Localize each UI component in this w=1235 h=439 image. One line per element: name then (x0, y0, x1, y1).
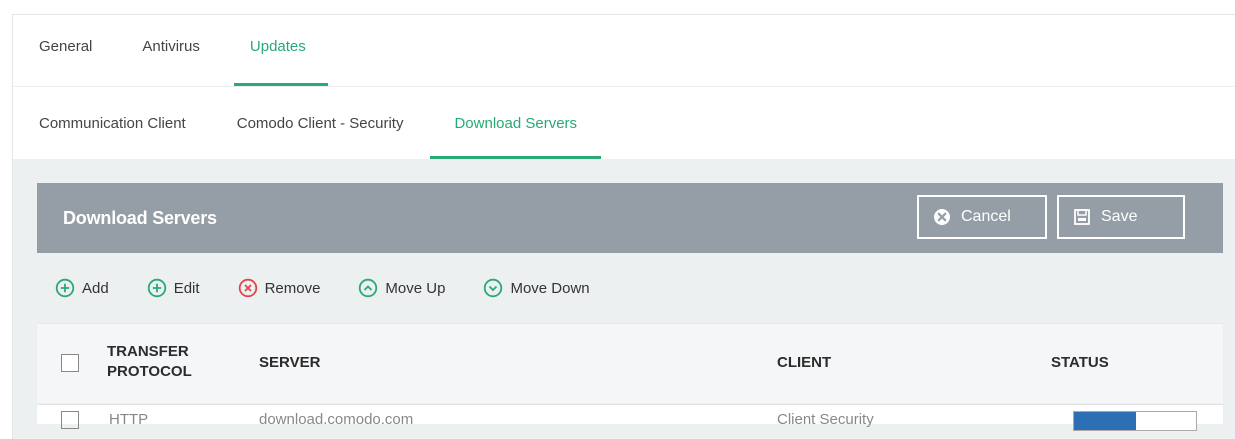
header-line-2: PROTOCOL (107, 363, 192, 380)
panel-title: Download Servers (63, 207, 217, 228)
servers-table: TRANSFER PROTOCOL SERVER CLIENT STATUS H… (37, 323, 1223, 431)
cancel-label: Cancel (961, 208, 1011, 225)
toolbar: Add Edit Remove Move Up Move Down (37, 253, 1223, 323)
edit-label: Edit (173, 279, 200, 297)
tab-download-servers[interactable]: Download Servers (430, 115, 601, 159)
column-header-server[interactable]: SERVER (259, 353, 320, 373)
tab-updates[interactable]: Updates (233, 38, 328, 86)
remove-label: Remove (264, 279, 321, 297)
add-label: Add (82, 279, 109, 297)
status-toggle[interactable] (1073, 411, 1197, 431)
remove-button[interactable]: Remove (238, 278, 321, 298)
header-line-1: TRANSFER (107, 343, 189, 360)
row-checkbox[interactable] (61, 411, 79, 429)
move-up-label: Move Up (385, 279, 446, 297)
row-protocol: HTTP (109, 411, 149, 428)
panel-header: Download Servers Cancel Save (37, 183, 1223, 253)
cancel-button[interactable]: Cancel (917, 195, 1047, 239)
download-servers-panel: Download Servers Cancel Save Add Edit Re… (37, 183, 1223, 431)
content-area: Download Servers Cancel Save Add Edit Re… (13, 159, 1235, 439)
move-down-button[interactable]: Move Down (483, 278, 590, 298)
column-header-status[interactable]: STATUS (1051, 353, 1109, 373)
row-server: download.comodo.com (259, 411, 414, 428)
move-up-button[interactable]: Move Up (358, 278, 445, 298)
sub-tab-bar: Communication Client Comodo Client - Sec… (13, 87, 1235, 159)
row-client: Client Security (777, 411, 874, 428)
edit-button[interactable]: Edit (147, 278, 200, 298)
move-down-label: Move Down (510, 279, 590, 297)
table-row[interactable]: HTTP download.comodo.com Client Security (37, 404, 1223, 431)
profile-settings-page: General Antivirus Updates Communication … (12, 14, 1235, 439)
column-header-client[interactable]: CLIENT (777, 353, 831, 373)
cancel-icon (933, 208, 951, 226)
remove-icon (238, 278, 257, 298)
tab-communication-client[interactable]: Communication Client (39, 115, 186, 159)
save-icon (1073, 208, 1091, 226)
main-tab-bar: General Antivirus Updates (13, 15, 1235, 87)
save-label: Save (1101, 208, 1138, 225)
tab-antivirus[interactable]: Antivirus (142, 38, 200, 86)
tab-general[interactable]: General (39, 38, 92, 86)
toggle-on-indicator (1074, 412, 1136, 430)
select-all-checkbox[interactable] (61, 354, 79, 372)
column-header-transfer-protocol[interactable]: TRANSFER PROTOCOL (107, 342, 192, 382)
save-button[interactable]: Save (1057, 195, 1185, 239)
add-icon (55, 278, 75, 298)
tab-comodo-client-security[interactable]: Comodo Client - Security (237, 115, 404, 159)
add-button[interactable]: Add (55, 278, 109, 298)
chevron-up-icon (359, 278, 378, 298)
edit-icon (147, 278, 166, 298)
chevron-down-icon (484, 278, 503, 298)
